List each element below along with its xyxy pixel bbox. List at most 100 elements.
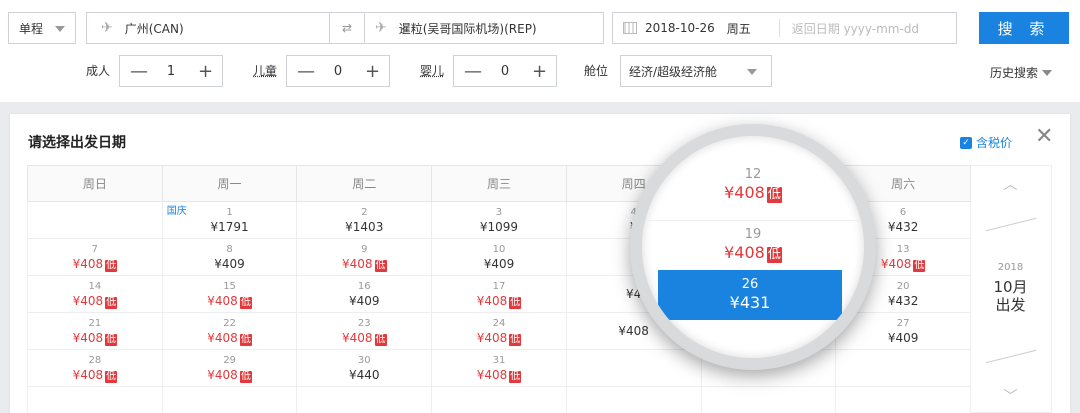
day-number: 8: [226, 244, 233, 255]
from-city-input[interactable]: ✈ 广州(CAN): [86, 12, 330, 44]
calendar-day-cell[interactable]: 23 ¥408 低: [296, 312, 433, 350]
calendar-day-cell: [27, 201, 163, 239]
divider: [985, 349, 1037, 364]
low-price-badge: 低: [105, 370, 118, 383]
day-price: ¥408 低: [28, 294, 162, 309]
magnified-cell[interactable]: 12 ¥408 低: [642, 166, 864, 203]
panel-title: 请选择出发日期: [28, 135, 126, 151]
adult-plus-button[interactable]: +: [198, 61, 213, 82]
price-text: ¥409: [214, 257, 245, 271]
calendar-day-cell[interactable]: 27 ¥409: [835, 312, 971, 350]
calendar-day-cell[interactable]: 8 ¥409: [161, 238, 298, 276]
calendar-day-cell[interactable]: 22 ¥408 低: [161, 312, 298, 350]
day-number: 7: [91, 243, 99, 255]
chevron-down-icon: [747, 69, 757, 75]
price-text: ¥408: [880, 256, 912, 271]
calendar-day-cell: [700, 386, 837, 413]
child-plus-button[interactable]: +: [365, 61, 380, 82]
calendar-day-cell[interactable]: 14 ¥408 低: [27, 275, 163, 313]
adult-stepper: — 1 +: [119, 55, 223, 87]
magnified-day: 19: [744, 227, 762, 242]
day-number: 31: [492, 354, 506, 366]
calendar-day-cell[interactable]: 16 ¥409: [296, 275, 433, 313]
chevron-up-icon[interactable]: ︿: [971, 174, 1050, 194]
day-price: ¥408 低: [28, 331, 162, 346]
day-number: 16: [357, 281, 371, 292]
calendar-day-cell[interactable]: 10 ¥409: [431, 238, 567, 276]
calendar-day-cell[interactable]: 30 ¥440: [296, 349, 433, 387]
price-text: ¥432: [887, 294, 919, 308]
day-number: 17: [492, 280, 506, 292]
return-date-input[interactable]: 返回日期 yyyy-mm-dd: [792, 20, 919, 37]
search-button[interactable]: 搜 索: [979, 12, 1069, 44]
day-number: 23: [357, 317, 371, 329]
magnified-cell[interactable]: 19 ¥408 低: [642, 226, 864, 263]
swap-cities-button[interactable]: ⇄: [329, 12, 365, 44]
current-month[interactable]: 10月 出发: [971, 278, 1050, 314]
cabin-select[interactable]: 经济/超级经济舱: [620, 55, 772, 87]
day-number: 30: [357, 355, 371, 366]
weekday-header: 周一: [161, 165, 298, 202]
calendar-day-cell[interactable]: 9 ¥408 低: [296, 238, 433, 276]
infant-minus-button[interactable]: —: [464, 61, 482, 82]
selected-day: 26: [741, 277, 759, 292]
day-number: 27: [896, 318, 910, 329]
depart-date-input[interactable]: 2018-10-26 周五 返回日期 yyyy-mm-dd: [612, 12, 957, 44]
child-minus-button[interactable]: —: [297, 61, 315, 82]
day-number: 28: [88, 354, 102, 366]
day-price: ¥408 低: [432, 294, 566, 309]
price-text: ¥408: [476, 293, 508, 308]
price-text: ¥1099: [479, 220, 519, 234]
adult-minus-button[interactable]: —: [130, 61, 148, 82]
chevron-down-icon[interactable]: ﹀: [971, 386, 1050, 406]
calendar-day-cell[interactable]: 3 ¥1099: [431, 201, 567, 239]
day-price: ¥408 低: [28, 257, 162, 272]
price-text: ¥440: [348, 368, 380, 382]
magnified-price: ¥408 低: [642, 244, 864, 263]
month-year: 2018: [997, 262, 1024, 273]
month-navigator: ︿ 2018 10月 出发 ﹀: [971, 165, 1052, 413]
price-text: ¥408: [72, 293, 104, 308]
history-search-dropdown[interactable]: 历史搜索: [990, 64, 1053, 81]
close-icon[interactable]: ✕: [1035, 126, 1053, 148]
include-tax-toggle[interactable]: ✓ 含税价: [960, 134, 1012, 151]
price-text: ¥409: [483, 257, 515, 271]
calendar-day-cell[interactable]: 15 ¥408 低: [161, 275, 298, 313]
price-text: ¥1791: [210, 220, 249, 234]
selected-date-cell[interactable]: 26 ¥431: [658, 270, 842, 320]
day-number: 10: [492, 244, 506, 255]
calendar-day-cell[interactable]: 28 ¥408 低: [27, 349, 163, 387]
calendar-day-cell[interactable]: 31 ¥408 低: [431, 349, 567, 387]
adult-count[interactable]: 1: [167, 64, 175, 79]
selected-price: ¥431: [729, 293, 771, 312]
calendar-day-cell[interactable]: 国庆 1 ¥1791: [161, 201, 298, 239]
low-price-badge: 低: [766, 187, 782, 203]
calendar-week-row: 28 ¥408 低 29 ¥408 低 30 ¥440 31 ¥408 低: [27, 349, 971, 387]
calendar-week-row: [27, 386, 971, 413]
price-text: ¥408: [72, 330, 104, 345]
to-city-value: 暹粒(吴哥国际机场)(REP): [398, 21, 537, 36]
low-price-badge: 低: [105, 259, 118, 272]
to-city-input[interactable]: ✈ 暹粒(吴哥国际机场)(REP): [364, 12, 604, 44]
price-text: ¥408: [207, 293, 238, 308]
child-count[interactable]: 0: [334, 64, 342, 79]
calendar-day-cell[interactable]: 24 ¥408 低: [431, 312, 567, 350]
checkbox-checked-icon: ✓: [960, 136, 972, 149]
calendar-day-cell[interactable]: 17 ¥408 低: [431, 275, 567, 313]
calendar-day-cell[interactable]: 7 ¥408 低: [27, 238, 163, 276]
infant-count[interactable]: 0: [501, 64, 509, 79]
calendar-day-cell[interactable]: 29 ¥408 低: [161, 349, 298, 387]
calendar-day-cell[interactable]: 21 ¥408 低: [27, 312, 163, 350]
magnified-day: 12: [744, 167, 762, 182]
trip-type-select[interactable]: 单程: [8, 12, 76, 44]
day-price: ¥408 低: [432, 331, 566, 346]
day-number: 24: [492, 317, 506, 329]
calendar-day-cell[interactable]: 2 ¥1403: [296, 201, 433, 239]
price-text: ¥432: [887, 220, 919, 234]
child-label: 儿童: [253, 64, 278, 78]
low-price-badge: 低: [105, 333, 118, 346]
holiday-tag: 国庆: [166, 206, 187, 217]
infant-plus-button[interactable]: +: [532, 61, 547, 82]
date-picker-panel: 请选择出发日期 ✓ 含税价 ✕ 周日周一周二周三周四周五周六 国庆1¥17912…: [10, 114, 1070, 413]
price-text: ¥409: [887, 331, 919, 345]
